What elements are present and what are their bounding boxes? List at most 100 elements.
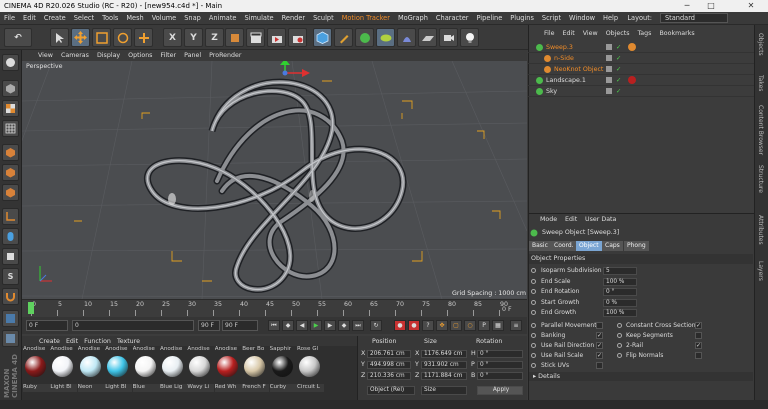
- autokeying-button[interactable]: ●: [408, 320, 420, 331]
- move-button[interactable]: [71, 28, 90, 47]
- animate-dot-icon[interactable]: [531, 299, 536, 305]
- polygons-mode-button[interactable]: [2, 184, 19, 201]
- animate-dot-icon[interactable]: [531, 333, 536, 338]
- menu-plugins[interactable]: Plugins: [506, 14, 538, 22]
- menu-window[interactable]: Window: [565, 14, 599, 22]
- material-swatch[interactable]: Anodise Red Wh: [214, 346, 242, 396]
- lock-workplane-button[interactable]: [2, 288, 19, 305]
- recent-tools-button[interactable]: [134, 28, 153, 47]
- model-mode-button[interactable]: [2, 80, 19, 97]
- tab-basic[interactable]: Basic: [529, 241, 551, 251]
- enabled-check-icon[interactable]: ✓: [616, 86, 621, 97]
- tab-caps[interactable]: Caps: [602, 241, 623, 251]
- tab-structure-vertical[interactable]: Structure: [757, 165, 764, 193]
- property-value-field[interactable]: 100 %: [603, 277, 637, 286]
- move-gizmo[interactable]: [280, 61, 310, 77]
- render-view-button[interactable]: [246, 28, 265, 47]
- menu-snap[interactable]: Snap: [180, 14, 205, 22]
- property-checkbox[interactable]: [695, 352, 702, 359]
- scale-key-button[interactable]: ▢: [450, 320, 462, 331]
- solo-button[interactable]: S: [2, 268, 19, 285]
- animate-dot-icon[interactable]: [617, 333, 622, 338]
- material-swatch[interactable]: Sapphir Curby: [269, 346, 297, 396]
- object-row[interactable]: Landscape.1 ✓: [528, 75, 754, 86]
- visibility-toggle[interactable]: [606, 77, 612, 83]
- pla-key-button[interactable]: ▦: [492, 320, 504, 331]
- viewport-menu-display[interactable]: Display: [93, 52, 124, 59]
- material-swatch[interactable]: Anodise Light Bl: [50, 346, 78, 396]
- enabled-check-icon[interactable]: ✓: [616, 42, 621, 53]
- pen-button[interactable]: [334, 28, 353, 47]
- material-swatch[interactable]: Anodise Ruby: [23, 346, 50, 396]
- material-swatch[interactable]: Anodise Light Bl: [105, 346, 133, 396]
- objects-menu-bookmarks[interactable]: Bookmarks: [655, 30, 698, 37]
- visibility-toggle[interactable]: [606, 88, 612, 94]
- scale-button[interactable]: [92, 28, 111, 47]
- array-button[interactable]: [376, 28, 395, 47]
- loop-button[interactable]: ↻: [370, 320, 382, 331]
- animate-dot-icon[interactable]: [531, 310, 536, 315]
- material-swatch[interactable]: Anodise Blue Lig: [160, 346, 187, 396]
- edges-mode-button[interactable]: [2, 164, 19, 181]
- go-to-start-button[interactable]: ⏮: [268, 320, 280, 331]
- material-menu-create[interactable]: Create: [36, 338, 63, 345]
- object-row[interactable]: Sky ✓: [528, 86, 754, 97]
- size-y-field[interactable]: 931.902 cm: [421, 361, 467, 369]
- objects-menu-file[interactable]: File: [540, 30, 559, 37]
- viewport-menu-options[interactable]: Options: [124, 52, 156, 59]
- material-tag-icon[interactable]: [628, 76, 636, 84]
- animate-dot-icon[interactable]: [617, 353, 622, 358]
- minimize-button[interactable]: ─: [676, 0, 698, 12]
- z-axis-lock-button[interactable]: Z: [205, 28, 224, 47]
- points-mode-button[interactable]: [2, 144, 19, 161]
- objects-menu-objects[interactable]: Objects: [602, 30, 634, 37]
- viewport-menu-prorender[interactable]: ProRender: [205, 52, 245, 59]
- menu-pipeline[interactable]: Pipeline: [472, 14, 506, 22]
- timeline-menu-button[interactable]: ≡: [510, 320, 522, 331]
- size-x-field[interactable]: 1176.649 cm: [421, 350, 467, 358]
- parameter-key-button[interactable]: P: [478, 320, 490, 331]
- details-bar[interactable]: [529, 372, 753, 381]
- property-checkbox[interactable]: ✓: [596, 332, 603, 339]
- subdivision-button[interactable]: [355, 28, 374, 47]
- menu-volume[interactable]: Volume: [148, 14, 181, 22]
- animate-dot-icon[interactable]: [531, 278, 536, 284]
- make-editable-button[interactable]: [2, 54, 19, 71]
- object-row[interactable]: n-Side ✓: [528, 53, 754, 64]
- maximize-button[interactable]: □: [700, 0, 722, 12]
- deformer-button[interactable]: [397, 28, 416, 47]
- viewport-menu-panel[interactable]: Panel: [180, 52, 205, 59]
- y-axis-lock-button[interactable]: Y: [184, 28, 203, 47]
- animate-dot-icon[interactable]: [531, 353, 536, 358]
- position-x-field[interactable]: 206.761 cm: [367, 350, 411, 358]
- position-z-field[interactable]: 210.336 cm: [367, 372, 411, 380]
- property-checkbox[interactable]: [596, 322, 603, 329]
- object-row[interactable]: Sweep.3 ✓: [528, 42, 754, 53]
- object-row[interactable]: NeoKnot Object ✓: [528, 64, 754, 75]
- position-y-field[interactable]: 494.998 cm: [367, 361, 411, 369]
- preview-start-field[interactable]: 0: [72, 320, 194, 331]
- grid-snap-button[interactable]: [2, 310, 19, 327]
- material-swatch[interactable]: Anodise Blue: [132, 346, 160, 396]
- coordinate-system-button[interactable]: [225, 28, 244, 47]
- enabled-check-icon[interactable]: ✓: [616, 53, 621, 64]
- rotation-key-button[interactable]: ○: [464, 320, 476, 331]
- rotation-p-field[interactable]: 0 °: [477, 361, 523, 369]
- property-value-field[interactable]: 0 °: [603, 288, 637, 296]
- size-mode-select[interactable]: Size: [421, 386, 467, 395]
- menu-help[interactable]: Help: [599, 14, 622, 22]
- animate-dot-icon[interactable]: [617, 323, 622, 328]
- menu-sculpt[interactable]: Sculpt: [309, 14, 338, 22]
- camera-button[interactable]: [439, 28, 458, 47]
- enabled-check-icon[interactable]: ✓: [616, 64, 621, 75]
- objects-menu-view[interactable]: View: [579, 30, 602, 37]
- visibility-toggle[interactable]: [606, 55, 612, 61]
- texture-mode-button[interactable]: [2, 100, 19, 117]
- menu-animate[interactable]: Animate: [205, 14, 241, 22]
- next-frame-button[interactable]: ▶: [324, 320, 336, 331]
- material-menu-function[interactable]: Function: [81, 338, 114, 345]
- property-checkbox[interactable]: ✓: [596, 342, 603, 349]
- keyframe-selection-button[interactable]: ?: [422, 320, 434, 331]
- viewport-menu-view[interactable]: View: [34, 52, 57, 59]
- floor-button[interactable]: [418, 28, 437, 47]
